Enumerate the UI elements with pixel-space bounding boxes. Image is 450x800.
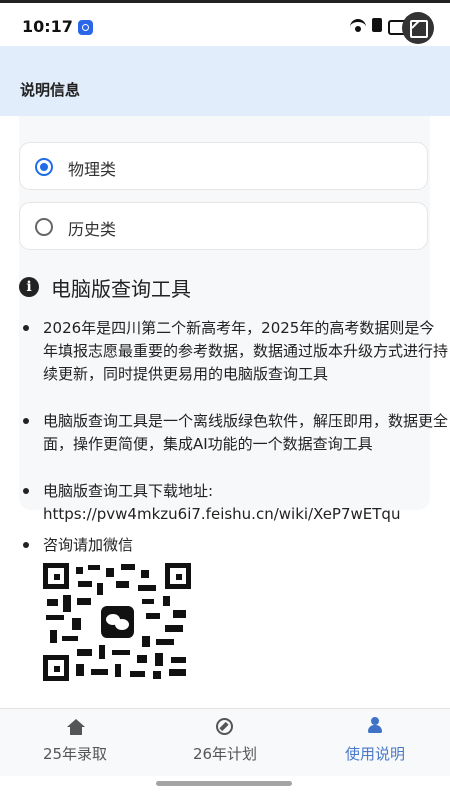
subject-option-label: 物理类	[68, 160, 117, 179]
qr-module	[91, 669, 108, 675]
qr-module	[97, 583, 103, 595]
qr-module	[88, 565, 100, 570]
subject-option-history[interactable]: 历史类	[19, 202, 428, 250]
qr-finder-top-right	[165, 563, 191, 589]
wechat-logo-icon	[101, 606, 134, 638]
gesture-navigation-bar	[0, 776, 450, 800]
screen-capture-icon[interactable]	[402, 12, 434, 44]
desktop-tool-title: 电脑版查询工具	[51, 277, 191, 301]
nav-item-2026-plan[interactable]: 26年计划	[150, 709, 300, 777]
home-icon	[67, 719, 85, 735]
bottom-navigation: 25年录取 26年计划 使用说明	[0, 708, 450, 776]
qr-finder-bottom-left	[43, 655, 69, 681]
qr-module	[63, 595, 71, 612]
qr-module	[142, 636, 150, 647]
nav-label: 26年计划	[192, 745, 258, 763]
list-item: 2026年是四川第二个新高考年，2025年的高考数据则是今年填报志愿最重要的参考…	[23, 317, 450, 410]
qr-module	[153, 671, 161, 679]
qr-module	[76, 664, 84, 676]
desktop-tool-heading: i 电脑版查询工具	[19, 272, 429, 302]
home-indicator[interactable]	[156, 781, 292, 786]
qr-module	[155, 653, 163, 666]
radio-button-history[interactable]	[35, 218, 53, 236]
status-bar: 10:17	[0, 0, 450, 46]
radio-button-physics[interactable]	[35, 158, 53, 176]
bullet-text: 电脑版查询工具是一个离线版绿色软件，解压即用，数据更全面，操作更简便，集成AI功…	[43, 412, 449, 453]
bullet-dot	[23, 325, 29, 331]
qr-module	[171, 657, 186, 663]
qr-module	[112, 650, 130, 655]
wechat-qr-code[interactable]	[43, 563, 191, 681]
info-icon: i	[19, 277, 39, 297]
nav-label: 使用说明	[344, 745, 405, 763]
explanation-content[interactable]: 物理类 历史类 i 电脑版查询工具 2026年是四川第二个新高考年，2025年的…	[0, 116, 450, 708]
qr-module	[115, 664, 121, 677]
bullet-dot	[23, 542, 29, 548]
page-title: 说明信息	[20, 81, 81, 99]
qr-module	[72, 618, 81, 630]
qr-module	[77, 649, 92, 656]
nav-label: 25年录取	[42, 745, 108, 763]
wifi-icon	[350, 19, 366, 32]
app-mini-icon	[78, 20, 93, 35]
nav-item-2025-admission[interactable]: 25年录取	[0, 709, 150, 777]
qr-module	[77, 598, 91, 605]
qr-module	[173, 610, 186, 618]
qr-module	[106, 568, 114, 577]
qr-module	[142, 599, 154, 604]
qr-module	[138, 585, 156, 591]
list-item: 咨询请加微信	[23, 534, 450, 562]
download-url-link[interactable]: https://pvw4mkzu6i7.feishu.cn/wiki/XeP7w…	[43, 503, 450, 526]
user-icon	[368, 717, 382, 733]
bullet-text: 电脑版查询工具下载地址:	[43, 482, 214, 500]
qr-module	[137, 655, 147, 663]
qr-module	[76, 567, 83, 574]
qr-module	[130, 671, 145, 677]
qr-module	[62, 636, 78, 641]
qr-module	[121, 564, 135, 570]
qr-module	[165, 625, 183, 632]
bullet-text: 2026年是四川第二个新高考年，2025年的高考数据则是今年填报志愿最重要的参考…	[43, 319, 449, 383]
bullet-text: 咨询请加微信	[43, 536, 134, 554]
qr-module	[78, 581, 92, 587]
status-icons	[346, 12, 438, 44]
status-time: 10:17	[22, 17, 73, 36]
qr-module	[47, 599, 58, 606]
desktop-tool-bullet-list: 2026年是四川第二个新高考年，2025年的高考数据则是今年填报志愿最重要的参考…	[23, 317, 450, 562]
subject-option-physics[interactable]: 物理类	[19, 142, 428, 190]
qr-module	[50, 630, 57, 643]
bullet-dot	[23, 488, 29, 494]
qr-module	[46, 615, 64, 620]
qr-module	[141, 570, 149, 578]
list-item: 电脑版查询工具下载地址: https://pvw4mkzu6i7.feishu.…	[23, 480, 450, 534]
signal-icon	[372, 18, 382, 32]
qr-module	[156, 639, 174, 645]
nav-item-usage-guide[interactable]: 使用说明	[300, 709, 450, 777]
subject-option-label: 历史类	[68, 220, 117, 239]
qr-module	[163, 596, 170, 606]
compass-icon	[216, 718, 233, 735]
list-item: 电脑版查询工具是一个离线版绿色软件，解压即用，数据更全面，操作更简便，集成AI功…	[23, 410, 450, 480]
qr-finder-top-left	[43, 563, 69, 589]
bullet-dot	[23, 418, 29, 424]
qr-module	[99, 645, 105, 659]
qr-module	[169, 669, 186, 676]
qr-module	[146, 613, 160, 619]
qr-module	[116, 581, 129, 588]
app-header: 说明信息	[0, 46, 450, 116]
